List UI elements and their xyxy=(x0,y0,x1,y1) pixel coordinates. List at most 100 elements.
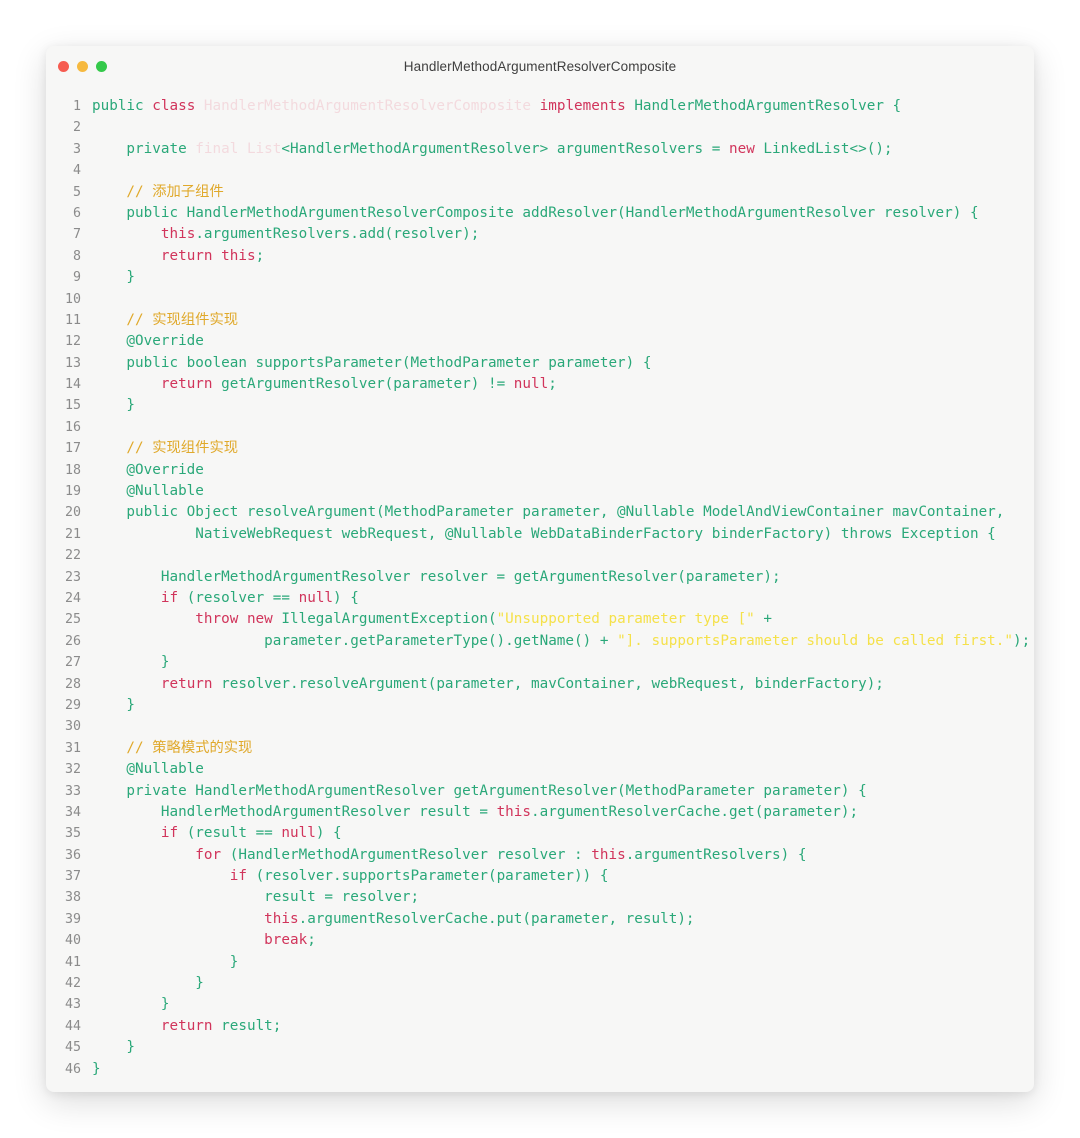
line-number: 42 xyxy=(64,976,81,992)
code-token-str: "Unsupported parameter type [" xyxy=(496,611,755,628)
code-token-plain: @Nullable xyxy=(92,761,204,778)
line-content[interactable]: } xyxy=(92,1037,1034,1058)
line-content[interactable]: return this; xyxy=(92,246,1034,267)
line-content[interactable]: public Object resolveArgument(MethodPara… xyxy=(92,502,1034,523)
line-content[interactable]: NativeWebRequest webRequest, @Nullable W… xyxy=(92,524,1034,545)
line-content[interactable]: @Override xyxy=(92,331,1034,352)
code-token-plain: } xyxy=(92,1039,136,1056)
code-token-plain: (resolver.supportsParameter(parameter)) … xyxy=(255,868,609,885)
line-content[interactable]: HandlerMethodArgumentResolver result = t… xyxy=(92,802,1034,823)
code-token-faded: final xyxy=(195,140,247,157)
line-content[interactable]: for (HandlerMethodArgumentResolver resol… xyxy=(92,845,1034,866)
code-line: 34 HandlerMethodArgumentResolver result … xyxy=(46,802,1034,823)
line-content[interactable]: if (resolver.supportsParameter(parameter… xyxy=(92,866,1034,887)
line-content[interactable]: return result; xyxy=(92,1016,1034,1037)
code-window: HandlerMethodArgumentResolverComposite 1… xyxy=(46,46,1034,1092)
line-content[interactable]: } xyxy=(92,695,1034,716)
code-line: 3 private final List<HandlerMethodArgume… xyxy=(46,139,1034,160)
code-token-plain: .argumentResolverCache.put(parameter, re… xyxy=(298,910,695,927)
line-content[interactable]: HandlerMethodArgumentResolver resolver =… xyxy=(92,567,1034,588)
code-token-plain: @Override xyxy=(92,333,204,350)
screenshot-canvas: HandlerMethodArgumentResolverComposite 1… xyxy=(0,0,1080,1138)
code-token-plain: } xyxy=(92,696,136,713)
line-number: 19 xyxy=(64,484,81,500)
line-content[interactable]: } xyxy=(92,267,1034,288)
code-token-plain: } xyxy=(92,953,239,970)
line-content[interactable]: public boolean supportsParameter(MethodP… xyxy=(92,353,1034,374)
code-token-str: "]. supportsParameter should be called f… xyxy=(617,632,1014,649)
code-line: 19 @Nullable xyxy=(46,481,1034,502)
line-number: 4 xyxy=(72,163,81,179)
line-number: 40 xyxy=(64,933,81,949)
code-token-plain: parameter.getParameterType().getName() + xyxy=(92,632,618,649)
line-content[interactable]: throw new IllegalArgumentException("Unsu… xyxy=(92,609,1034,630)
line-number: 33 xyxy=(64,783,81,799)
code-token-plain: NativeWebRequest webRequest, @Nullable W… xyxy=(92,525,996,542)
line-content[interactable]: // 实现组件实现 xyxy=(92,310,1034,331)
line-number: 28 xyxy=(64,676,81,692)
line-number: 46 xyxy=(64,1061,81,1077)
code-token-cmt: // 实现组件实现 xyxy=(92,440,239,457)
line-number: 34 xyxy=(64,804,81,820)
code-token-plain: (result == xyxy=(186,825,282,842)
code-token-faded: HandlerMethodArgumentResolverComposite xyxy=(203,98,540,114)
code-token-plain: ) { xyxy=(333,589,359,606)
line-content[interactable]: } xyxy=(92,1059,1034,1080)
line-content[interactable]: private final List<HandlerMethodArgument… xyxy=(92,139,1034,160)
line-content[interactable]: this.argumentResolvers.add(resolver); xyxy=(92,224,1034,245)
line-content[interactable]: private HandlerMethodArgumentResolver ge… xyxy=(92,781,1034,802)
code-token-plain: (HandlerMethodArgumentResolver resolver … xyxy=(229,846,592,863)
line-number: 45 xyxy=(64,1040,81,1056)
line-content[interactable]: } xyxy=(92,973,1034,994)
line-content[interactable]: @Nullable xyxy=(92,759,1034,780)
line-content[interactable]: } xyxy=(92,652,1034,673)
window-title: HandlerMethodArgumentResolverComposite xyxy=(403,59,677,74)
code-token-kw: if xyxy=(160,589,187,606)
code-line: 21 NativeWebRequest webRequest, @Nullabl… xyxy=(46,524,1034,545)
line-content[interactable]: // 实现组件实现 xyxy=(92,438,1034,459)
line-content[interactable]: // 添加子组件 xyxy=(92,182,1034,203)
line-content[interactable]: result = resolver; xyxy=(92,887,1034,908)
line-number: 16 xyxy=(64,419,81,435)
code-editor[interactable]: 1 public class HandlerMethodArgumentResol… xyxy=(46,90,1034,1092)
window-titlebar[interactable]: HandlerMethodArgumentResolverComposite xyxy=(46,46,1034,90)
line-number: 17 xyxy=(64,441,81,457)
code-token-plain: ; xyxy=(255,247,265,264)
code-token-kw: return xyxy=(160,675,222,692)
line-content[interactable]: if (result == null) { xyxy=(92,823,1034,844)
line-content[interactable]: public class HandlerMethodArgumentResolv… xyxy=(92,96,1034,117)
line-number: 18 xyxy=(64,462,81,478)
line-number: 39 xyxy=(64,911,81,927)
line-content[interactable]: // 策略模式的实现 xyxy=(92,738,1034,759)
line-content[interactable]: @Nullable xyxy=(92,481,1034,502)
line-content[interactable]: public HandlerMethodArgumentResolverComp… xyxy=(92,203,1034,224)
line-content[interactable]: } xyxy=(92,952,1034,973)
code-line: 28 return resolver.resolveArgument(param… xyxy=(46,674,1034,695)
code-line: 27 } xyxy=(46,652,1034,673)
code-line: 30 xyxy=(46,716,1034,737)
line-number: 23 xyxy=(64,569,81,585)
code-token-plain: } xyxy=(92,1060,101,1077)
code-line: 39 this.argumentResolverCache.put(parame… xyxy=(46,909,1034,930)
code-token-cmt: // 添加子组件 xyxy=(92,183,224,200)
code-line: 13 public boolean supportsParameter(Meth… xyxy=(46,353,1034,374)
line-content[interactable]: parameter.getParameterType().getName() +… xyxy=(92,631,1034,652)
line-content[interactable]: } xyxy=(92,395,1034,416)
code-line: 18 @Override xyxy=(46,460,1034,481)
line-content[interactable]: @Override xyxy=(92,460,1034,481)
line-content[interactable]: this.argumentResolverCache.put(parameter… xyxy=(92,909,1034,930)
line-content[interactable]: return resolver.resolveArgument(paramete… xyxy=(92,674,1034,695)
line-content[interactable]: return getArgumentResolver(parameter) !=… xyxy=(92,374,1034,395)
line-content[interactable]: break; xyxy=(92,930,1034,951)
line-number: 2 xyxy=(72,120,81,136)
code-token-plain: public boolean supportsParameter(MethodP… xyxy=(92,354,652,371)
code-token-plain: } xyxy=(92,654,170,671)
line-content[interactable]: if (resolver == null) { xyxy=(92,588,1034,609)
line-number: 3 xyxy=(72,141,81,157)
line-content[interactable]: } xyxy=(92,994,1034,1015)
